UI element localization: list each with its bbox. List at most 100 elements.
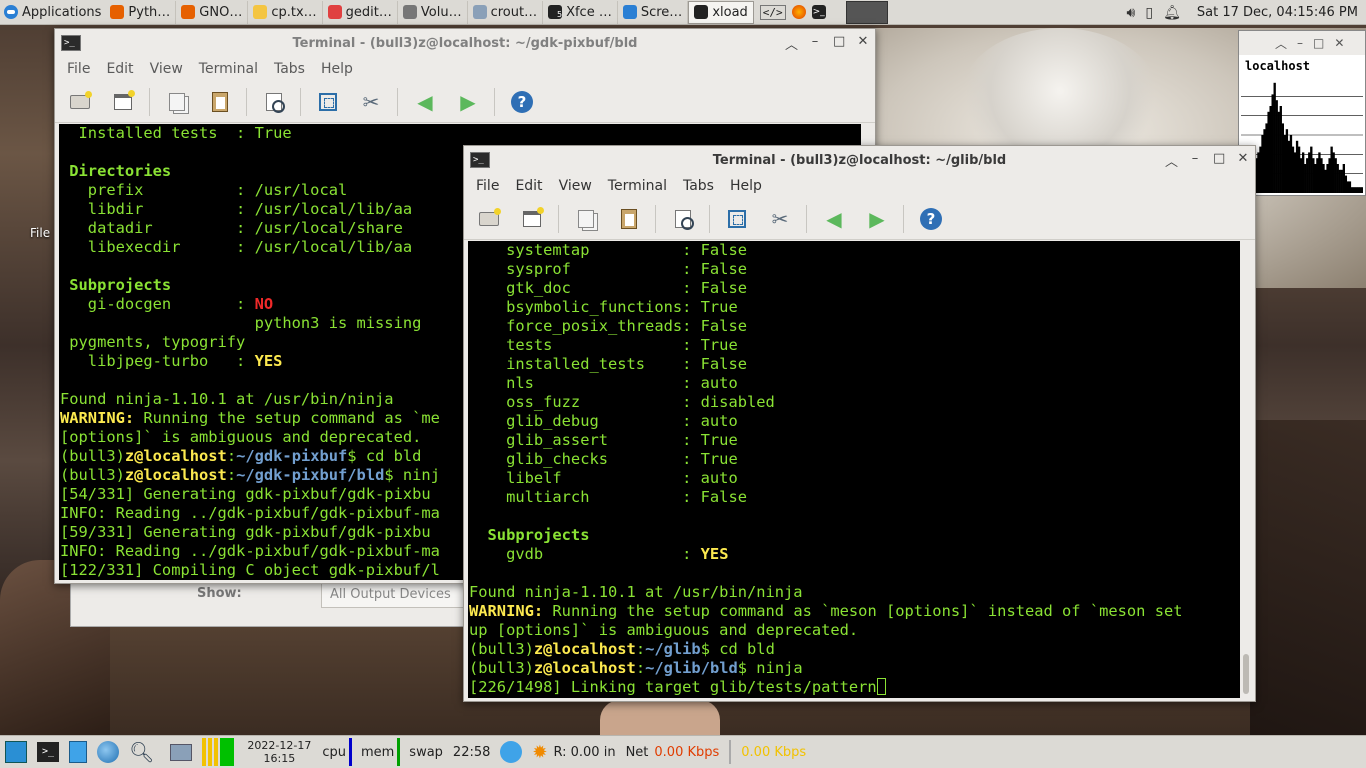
maximize-icon[interactable]: □ (1313, 36, 1324, 50)
arrow-right-icon: ▶ (460, 89, 476, 114)
desktop-icon (5, 741, 27, 763)
taskbar-item[interactable]: xload (688, 0, 754, 24)
previous-tab-button[interactable]: ◀ (408, 85, 442, 119)
preferences-button[interactable]: ✂ (763, 202, 797, 236)
desktop-icon-label[interactable]: File (30, 226, 50, 240)
taskbar-item-label: GNO… (199, 4, 243, 20)
taskbar-item[interactable]: Pyth… (105, 0, 177, 24)
terminal-output[interactable]: systemtap : False sysprof : False gtk_do… (468, 241, 1240, 698)
taskbar-item[interactable]: crout… (468, 0, 544, 24)
preferences-button[interactable]: ✂ (354, 85, 388, 119)
weather-rain[interactable]: ✹ R: 0.00 in (527, 736, 620, 768)
volume-icon[interactable]: 🔊︎ (1127, 5, 1136, 21)
file-manager-launcher[interactable] (64, 736, 92, 768)
menu-item[interactable]: File (59, 61, 98, 77)
toolbar-separator (246, 87, 247, 116)
mem-monitor[interactable]: mem (356, 736, 404, 768)
panel-clock[interactable]: Sat 17 Dec, 04:15:46 PM (1197, 5, 1358, 20)
copy-button[interactable] (569, 202, 603, 236)
window-title: Terminal - (bull3)z@localhost: ~/glib/bl… (712, 152, 1007, 168)
new-window-button[interactable] (63, 85, 97, 119)
next-tab-button[interactable]: ▶ (860, 202, 894, 236)
titlebar[interactable]: >_ Terminal - (bull3)z@localhost: ~/gdk-… (55, 29, 875, 57)
find-button[interactable] (666, 202, 700, 236)
menu-item[interactable]: Help (313, 61, 361, 77)
fullscreen-button[interactable] (720, 202, 754, 236)
help-button[interactable]: ? (505, 85, 539, 119)
minimize-icon[interactable]: – (1189, 151, 1201, 170)
close-icon[interactable]: ✕ (1237, 151, 1249, 170)
menu-item[interactable]: Terminal (600, 178, 675, 194)
battery-icon[interactable]: ▯ (1145, 5, 1153, 21)
folder-launcher[interactable] (165, 736, 197, 768)
new-tab-button[interactable] (515, 202, 549, 236)
shade-icon[interactable]: ︿ (785, 34, 798, 53)
cpu-monitor[interactable]: cpu (317, 736, 356, 768)
terminal-scrollbar[interactable] (1243, 654, 1249, 694)
taskbar-item[interactable]: 5 Xfce … (543, 0, 618, 24)
minimize-icon[interactable]: – (809, 34, 821, 53)
titlebar[interactable]: >_ Terminal - (bull3)z@localhost: ~/glib… (464, 146, 1255, 174)
clock-2[interactable]: 22:58 (448, 736, 495, 768)
net-monitor[interactable]: Net 0.00 Kbps 0.00 Kbps (621, 736, 812, 768)
terminal-line: Subprojects (469, 526, 1240, 545)
xload-sample (1310, 146, 1313, 193)
close-icon[interactable]: ✕ (857, 34, 869, 53)
xload-titlebar[interactable]: ︿ – □ ✕ (1239, 31, 1365, 55)
taskbar-item[interactable]: gedit… (323, 0, 398, 24)
menu-item[interactable]: File (468, 178, 507, 194)
panel-datetime[interactable]: 2022-12-17 16:15 (241, 739, 317, 765)
show-desktop-button[interactable] (0, 736, 32, 768)
notification-bell-icon[interactable]: 🔔︎ (1163, 5, 1181, 21)
previous-tab-button[interactable]: ◀ (817, 202, 851, 236)
terminal-launcher[interactable]: >_ (32, 736, 64, 768)
minimize-icon[interactable]: – (1297, 36, 1303, 50)
menu-item[interactable]: View (142, 61, 191, 77)
browser-launcher[interactable] (92, 736, 124, 768)
help-button[interactable]: ? (914, 202, 948, 236)
terminal-line: bsymbolic_functions: True (469, 298, 1240, 317)
xload-sample (1340, 169, 1343, 193)
taskbar-item[interactable]: Volu… (398, 0, 468, 24)
new-window-button[interactable] (472, 202, 506, 236)
terminal-text: gtk_doc : False (469, 279, 747, 297)
menu-item[interactable]: Tabs (266, 61, 313, 77)
workspace-switcher-icon[interactable] (845, 0, 888, 24)
xload-sample (1326, 164, 1329, 193)
taskbar-item[interactable]: cp.tx… (248, 0, 323, 24)
terminal-text: glib_debug : auto (469, 412, 738, 430)
new-tab-button[interactable] (106, 85, 140, 119)
terminal-text: [options]` is ambiguous and deprecated. (60, 428, 422, 446)
code-icon[interactable]: </> (759, 4, 786, 20)
maximize-icon[interactable]: □ (1213, 151, 1225, 170)
menu-item[interactable]: Edit (98, 61, 141, 77)
taskbar-item[interactable]: GNO… (176, 0, 249, 24)
app-finder-launcher[interactable]: 🔍︎ (124, 736, 159, 768)
menu-item[interactable]: Help (722, 178, 770, 194)
firefox-icon[interactable] (791, 5, 806, 19)
close-icon[interactable]: ✕ (1334, 36, 1344, 50)
menu-item[interactable]: Terminal (191, 61, 266, 77)
find-button[interactable] (257, 85, 291, 119)
shade-icon[interactable]: ︿ (1275, 35, 1287, 52)
copy-button[interactable] (160, 85, 194, 119)
terminal-text: libdir : /usr/local/lib/aa (60, 200, 413, 218)
taskbar-item[interactable]: Scre… (618, 0, 689, 24)
applications-menu-button[interactable]: Applications (0, 0, 105, 25)
menu-item[interactable]: Tabs (675, 178, 722, 194)
swap-monitor[interactable]: swap (404, 736, 448, 768)
shade-icon[interactable]: ︿ (1165, 151, 1178, 170)
menu-item[interactable]: View (551, 178, 600, 194)
show-dropdown[interactable]: All Output Devices (321, 582, 471, 608)
fullscreen-button[interactable] (311, 85, 345, 119)
next-tab-button[interactable]: ▶ (451, 85, 485, 119)
weather-plugin[interactable] (495, 736, 527, 768)
paste-button[interactable] (612, 202, 646, 236)
applications-label: Applications (22, 4, 102, 20)
terminal-launcher-icon[interactable]: >_ (811, 5, 826, 19)
xload-sample (1346, 181, 1350, 193)
paste-button[interactable] (203, 85, 237, 119)
terminal-text: datadir : /usr/local/share (60, 219, 403, 237)
menu-item[interactable]: Edit (507, 178, 550, 194)
maximize-icon[interactable]: □ (833, 34, 845, 53)
